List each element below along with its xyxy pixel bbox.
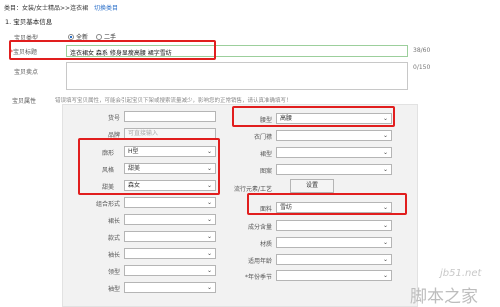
attr-label-design: 款式 bbox=[107, 235, 120, 242]
skirt-type-select[interactable]: ⌄ bbox=[276, 147, 392, 158]
watermark-brand: 脚本之家 bbox=[410, 287, 478, 307]
category-path: 类目：女装/女士精品>>连衣裙 bbox=[4, 5, 89, 12]
attributes-hint: 错误填写宝贝属性，可能会引起宝贝下架或搜索流量减少，影响您的正常销售，请认真准确… bbox=[55, 98, 292, 104]
selling-point-counter: 0/150 bbox=[413, 64, 431, 71]
watermark-domain: jb51.net bbox=[440, 268, 482, 279]
section-title: 1. 宝贝基本信息 bbox=[5, 18, 53, 26]
chevron-down-icon: ⌄ bbox=[206, 267, 212, 274]
article-no-input[interactable] bbox=[124, 111, 216, 122]
trend-settings-button[interactable]: 设置 bbox=[290, 179, 334, 193]
chevron-down-icon: ⌄ bbox=[382, 239, 388, 246]
chevron-down-icon: ⌄ bbox=[382, 149, 388, 156]
attr-label-sleeve-type: 袖型 bbox=[107, 286, 120, 293]
chevron-down-icon: ⌄ bbox=[206, 199, 212, 206]
chevron-down-icon: ⌄ bbox=[206, 250, 212, 257]
attr-label-placket: 衣门襟 bbox=[253, 134, 272, 141]
season-select[interactable]: ⌄ bbox=[276, 270, 392, 281]
attr-label-pattern: 图案 bbox=[259, 168, 272, 175]
chevron-down-icon: ⌄ bbox=[382, 166, 388, 173]
sleeve-type-select[interactable]: ⌄ bbox=[124, 282, 216, 293]
title-char-counter: 38/60 bbox=[413, 47, 431, 54]
composition-select[interactable]: ⌄ bbox=[276, 220, 392, 231]
selling-point-label: 宝贝卖点 bbox=[14, 69, 39, 76]
highlight-title-box bbox=[9, 40, 216, 60]
attr-label-sleeve-length: 袖长 bbox=[107, 252, 120, 259]
material-select[interactable]: ⌄ bbox=[276, 237, 392, 248]
attr-label-combination: 组合形式 bbox=[95, 201, 120, 208]
attributes-label: 宝贝属性 bbox=[12, 98, 37, 105]
attr-label-collar: 领型 bbox=[107, 269, 120, 276]
combination-select[interactable]: ⌄ bbox=[124, 197, 216, 208]
attr-label-material: 材质 bbox=[259, 241, 272, 248]
chevron-down-icon: ⌄ bbox=[206, 216, 212, 223]
attr-label-skirt-type: 裙型 bbox=[259, 151, 272, 158]
pattern-select[interactable]: ⌄ bbox=[276, 164, 392, 175]
placket-select[interactable]: ⌄ bbox=[276, 130, 392, 141]
breadcrumb: 类目：女装/女士精品>>连衣裙 切换类目 bbox=[4, 3, 118, 12]
chevron-down-icon: ⌄ bbox=[382, 272, 388, 279]
selling-point-textarea[interactable] bbox=[66, 62, 408, 90]
attr-label-composition: 成分含量 bbox=[247, 224, 272, 231]
attr-label-trend: 流行元素/工艺 bbox=[233, 186, 272, 193]
chevron-down-icon: ⌄ bbox=[382, 132, 388, 139]
highlight-style-box bbox=[78, 138, 220, 195]
attr-label-skirt-length: 裙长 bbox=[107, 218, 120, 225]
design-select[interactable]: ⌄ bbox=[124, 231, 216, 242]
highlight-fabric-box bbox=[247, 193, 407, 215]
highlight-waist-box bbox=[232, 106, 395, 127]
sleeve-length-select[interactable]: ⌄ bbox=[124, 248, 216, 259]
attr-label-season: *年份季节 bbox=[244, 274, 272, 281]
skirt-length-select[interactable]: ⌄ bbox=[124, 214, 216, 225]
age-select[interactable]: ⌄ bbox=[276, 254, 392, 265]
switch-category-link[interactable]: 切换类目 bbox=[94, 5, 118, 12]
chevron-down-icon: ⌄ bbox=[382, 222, 388, 229]
chevron-down-icon: ⌄ bbox=[206, 233, 212, 240]
attr-label-age: 适用年龄 bbox=[247, 258, 272, 265]
attr-label-article-no: 货号 bbox=[107, 115, 120, 122]
chevron-down-icon: ⌄ bbox=[382, 256, 388, 263]
chevron-down-icon: ⌄ bbox=[206, 284, 212, 291]
collar-select[interactable]: ⌄ bbox=[124, 265, 216, 276]
